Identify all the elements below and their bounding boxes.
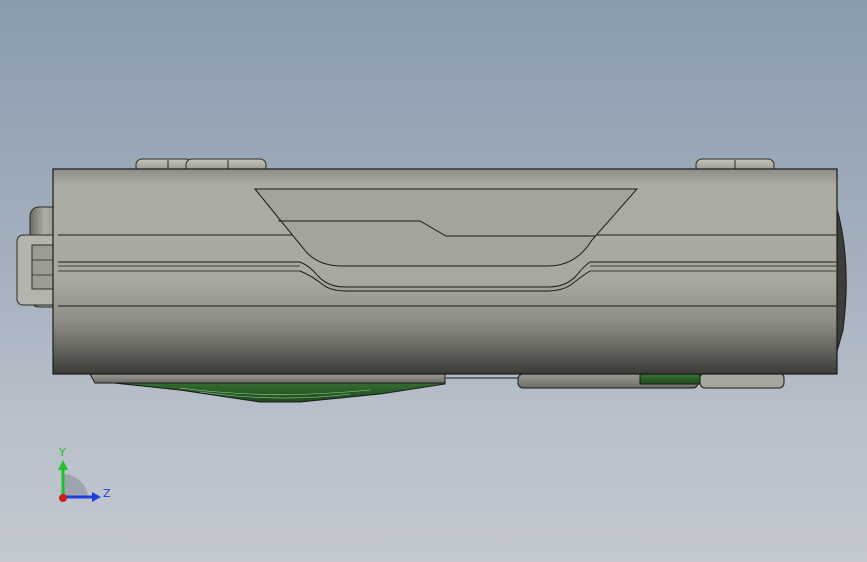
- cad-viewport[interactable]: Y Z: [0, 0, 867, 562]
- top-recess: [253, 188, 639, 267]
- z-axis-arrowhead: [92, 492, 101, 502]
- z-axis-label: Z: [103, 487, 111, 500]
- model-canvas[interactable]: Y Z: [0, 0, 867, 562]
- y-axis-arrowhead: [58, 460, 68, 470]
- bottom-pcb-left: [89, 373, 446, 403]
- x-axis-origin: [59, 494, 67, 502]
- triad-plane-fill: [63, 473, 88, 497]
- coordinate-triad[interactable]: Y Z: [58, 446, 111, 502]
- y-axis-label: Y: [58, 446, 66, 459]
